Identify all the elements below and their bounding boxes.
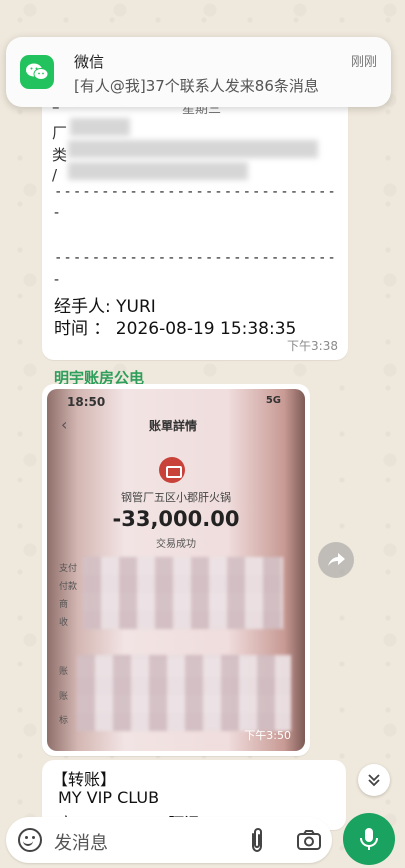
merchant-name: 钢管厂五区小郡肝火锅: [121, 491, 231, 504]
message-input-bar[interactable]: 发消息: [6, 817, 332, 863]
transaction-amount: -33,000.00: [112, 507, 240, 531]
emoji-icon[interactable]: [18, 828, 42, 852]
notification-app-name: 微信: [74, 53, 105, 71]
phone-time: 18:50: [67, 395, 106, 409]
detail-label: 商: [59, 600, 69, 610]
wechat-app-icon: [20, 55, 54, 89]
redacted-text: [68, 162, 248, 180]
notification-time: 刚刚: [350, 55, 377, 70]
detail-label: 支付: [59, 564, 78, 574]
text-fragment: 类: [52, 146, 68, 164]
time-text: 时间 ： 2026-08-19 15:38:35: [54, 319, 297, 339]
divider-tail: -: [54, 205, 60, 221]
detail-label: 账: [59, 692, 69, 702]
paperclip-icon[interactable]: [246, 826, 268, 854]
merchant-logo-icon: [159, 457, 185, 483]
detail-label: 收: [59, 618, 69, 628]
forward-icon[interactable]: [318, 542, 354, 578]
photo-timestamp: 下午3:50: [244, 729, 291, 742]
phone-header: ‹ 账單詳情: [57, 411, 295, 441]
back-icon: ‹: [61, 415, 68, 434]
redacted-details: [77, 655, 291, 731]
divider-tail: -: [54, 272, 60, 288]
message-bubble-receipt[interactable]: 星期三 – 厂 类 / ----------------------------…: [42, 92, 348, 360]
divider-line: --------------------------------: [54, 250, 336, 266]
microphone-icon[interactable]: [343, 813, 395, 865]
detail-label: 标: [59, 716, 69, 726]
redacted-text: [68, 140, 318, 158]
transaction-status: 交易成功: [156, 539, 196, 550]
detail-label: 账: [59, 667, 69, 677]
text-fragment: /: [52, 166, 58, 184]
redacted-details: [83, 557, 283, 629]
chevron-double-down-icon[interactable]: [358, 764, 390, 796]
transfer-club: MY VIP CLUB: [58, 788, 160, 807]
phone-status-bar: 18:50 5G: [61, 393, 291, 411]
screen-title: 账單詳情: [149, 419, 198, 433]
notification-banner[interactable]: 微信 [有人@我]37个联系人发来86条消息 刚刚: [6, 37, 391, 107]
message-input[interactable]: 发消息: [54, 829, 108, 855]
receipt-photo[interactable]: 18:50 5G ‹ 账單詳情 钢管厂五区小郡肝火锅 -33,000.00 交易…: [47, 389, 305, 751]
redacted-text: [70, 118, 130, 136]
image-message[interactable]: 18:50 5G ‹ 账單詳情 钢管厂五区小郡肝火锅 -33,000.00 交易…: [42, 384, 310, 756]
detail-label: 付款: [59, 582, 78, 592]
text-fragment: 厂: [52, 124, 68, 142]
chat-area[interactable]: 星期三 – 厂 类 / ----------------------------…: [0, 0, 405, 868]
message-timestamp: 下午3:38: [287, 339, 338, 353]
phone-signal: 5G: [265, 395, 281, 406]
notification-message: [有人@我]37个联系人发来86条消息: [74, 77, 319, 95]
camera-icon[interactable]: [296, 828, 322, 852]
transfer-title: 【转账】: [52, 770, 117, 789]
divider-line: --------------------------------: [54, 184, 336, 200]
